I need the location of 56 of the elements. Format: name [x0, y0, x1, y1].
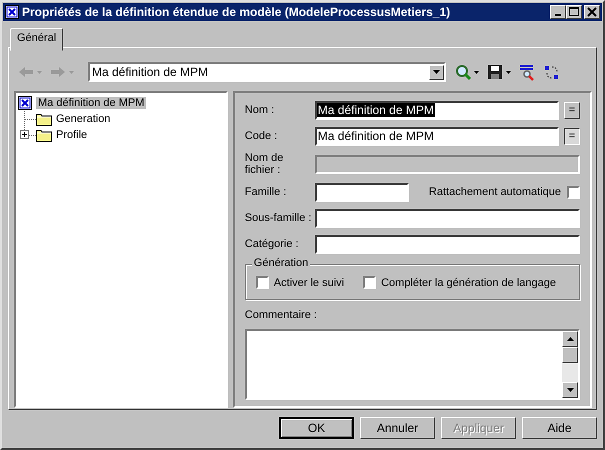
- field-label: Catégorie :: [244, 238, 300, 250]
- caret-icon: [433, 70, 440, 74]
- close-icon: [585, 6, 599, 18]
- checkbox-label: Activer le suivi: [274, 276, 344, 288]
- checkbox-label: Rattachement automatique: [428, 186, 561, 198]
- dialog-button[interactable]: Annuler: [360, 417, 435, 439]
- input-field[interactable]: [314, 234, 580, 254]
- equals-button[interactable]: =: [564, 102, 580, 118]
- right-arrow-icon: [50, 65, 66, 79]
- scrollbar[interactable]: [562, 331, 578, 398]
- field-label: Code :: [244, 130, 278, 142]
- caret-icon: [37, 70, 42, 74]
- tree-item[interactable]: Generation: [54, 113, 112, 125]
- tab[interactable]: Général: [10, 28, 64, 51]
- folder-icon: [36, 128, 52, 142]
- dialog-button[interactable]: OK: [279, 417, 354, 439]
- equals-button[interactable]: =: [564, 128, 580, 144]
- checkbox[interactable]: [567, 186, 580, 198]
- comment-field[interactable]: [244, 329, 580, 400]
- dialog-button[interactable]: Aide: [522, 417, 597, 439]
- close-button[interactable]: [584, 5, 600, 19]
- tree-item[interactable]: Profile: [54, 129, 90, 141]
- field-label: Nom :: [244, 104, 276, 116]
- caret-icon: [69, 70, 74, 74]
- caret-icon: [474, 70, 479, 74]
- left-arrow-icon: [18, 65, 34, 79]
- checkbox-label: Compléter la génération de langage: [381, 276, 556, 288]
- field-label: Sous-famille :: [244, 212, 312, 224]
- field-label: Famille :: [244, 186, 288, 198]
- magnifier-lines-icon: [519, 64, 535, 80]
- maximize-button[interactable]: [566, 5, 582, 19]
- name-dropdown[interactable]: Ma définition de MPM: [88, 62, 446, 82]
- group-title: Génération: [252, 257, 310, 269]
- input-field[interactable]: Ma définition de MPM: [314, 100, 559, 120]
- field-label: Commentaire :: [244, 309, 318, 321]
- up-arrow-icon: [566, 337, 574, 341]
- input-field[interactable]: Ma définition de MPM: [314, 126, 559, 146]
- input-field[interactable]: [314, 182, 409, 202]
- input-field[interactable]: [314, 208, 580, 228]
- checkbox[interactable]: [363, 276, 376, 289]
- model-icon: [5, 5, 19, 19]
- tree-item[interactable]: Ma définition de MPM: [36, 97, 146, 109]
- minimize-icon: [555, 14, 561, 16]
- window-title: Propriétés de la définition étendue de modèle (ModeleProcessusMetiers_1): [22, 5, 452, 19]
- field-label: Nom de fichier :: [244, 152, 284, 176]
- caret-icon: [506, 70, 511, 74]
- swap-arrow-icon: [543, 64, 559, 80]
- model-icon: [18, 96, 34, 110]
- checkbox[interactable]: [256, 276, 269, 289]
- minimize-button[interactable]: [550, 5, 566, 19]
- magnifier-icon: [455, 64, 471, 80]
- down-arrow-icon: [566, 388, 574, 392]
- maximize-icon: [567, 6, 581, 18]
- expand-button[interactable]: [20, 130, 29, 139]
- folder-icon: [36, 112, 52, 126]
- scroll-thumb[interactable]: [562, 347, 578, 363]
